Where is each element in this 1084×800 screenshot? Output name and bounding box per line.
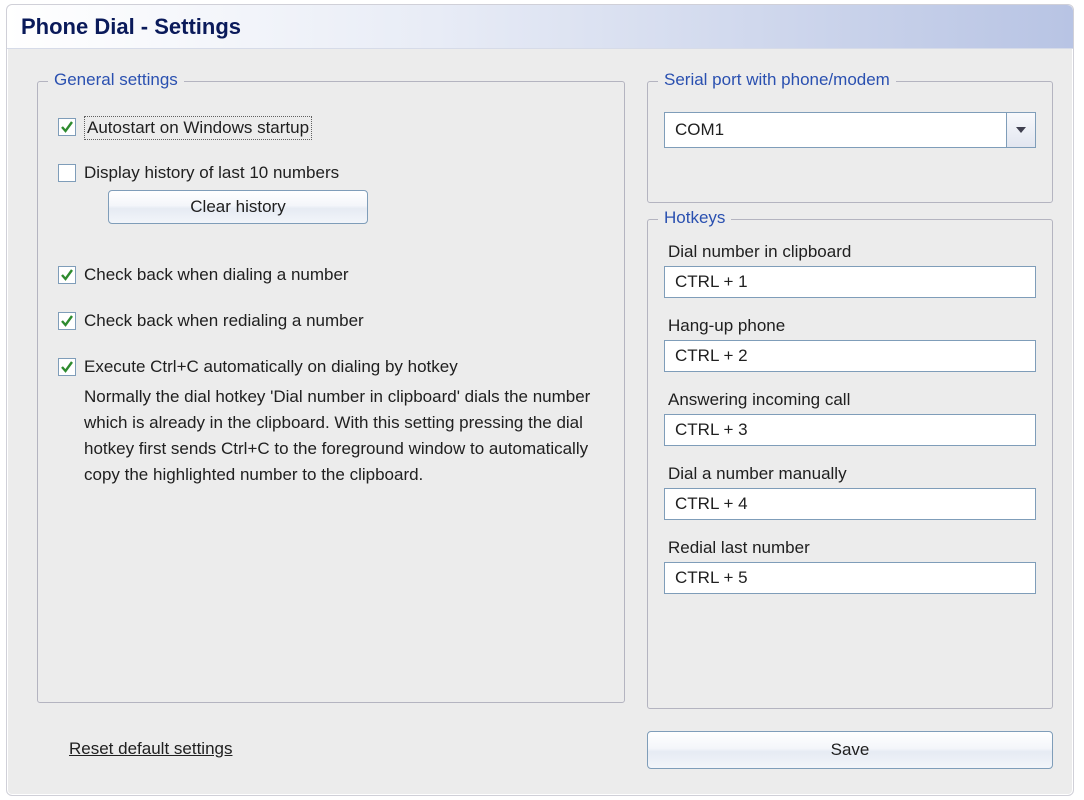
autostart-checkbox-row: Autostart on Windows startup xyxy=(58,116,604,140)
exec-ctrl-c-label: Execute Ctrl+C automatically on dialing … xyxy=(84,356,458,378)
hotkey-row-manual: Dial a number manually CTRL + 4 xyxy=(664,464,1036,520)
clear-history-button[interactable]: Clear history xyxy=(108,190,368,224)
hotkey-input-hangup[interactable]: CTRL + 2 xyxy=(664,340,1036,372)
reset-defaults-link[interactable]: Reset default settings xyxy=(69,739,232,759)
hotkey-input-dial-clipboard[interactable]: CTRL + 1 xyxy=(664,266,1036,298)
display-history-label: Display history of last 10 numbers xyxy=(84,162,339,184)
autostart-checkbox[interactable] xyxy=(58,118,76,136)
serial-port-group: Serial port with phone/modem COM1 xyxy=(647,81,1053,203)
hotkeys-legend: Hotkeys xyxy=(658,208,731,228)
check-back-redial-checkbox-row: Check back when redialing a number xyxy=(58,310,604,332)
exec-ctrl-c-description: Normally the dial hotkey 'Dial number in… xyxy=(58,384,604,488)
hotkey-label: Dial a number manually xyxy=(664,464,1036,484)
save-button[interactable]: Save xyxy=(647,731,1053,769)
display-history-checkbox-row: Display history of last 10 numbers xyxy=(58,162,604,184)
chevron-down-icon xyxy=(1015,121,1027,139)
client-area: General settings Autostart on Windows st… xyxy=(7,49,1073,795)
hotkey-label: Dial number in clipboard xyxy=(664,242,1036,262)
check-back-dial-checkbox-row: Check back when dialing a number xyxy=(58,264,604,286)
hotkey-row-dial-clipboard: Dial number in clipboard CTRL + 1 xyxy=(664,242,1036,298)
serial-port-dropdown[interactable]: COM1 xyxy=(664,112,1036,148)
hotkey-label: Answering incoming call xyxy=(664,390,1036,410)
window-title: Phone Dial - Settings xyxy=(21,14,241,40)
general-settings-group: General settings Autostart on Windows st… xyxy=(37,81,625,703)
hotkeys-group: Hotkeys Dial number in clipboard CTRL + … xyxy=(647,219,1053,709)
check-back-dial-label: Check back when dialing a number xyxy=(84,264,349,286)
hotkey-label: Hang-up phone xyxy=(664,316,1036,336)
serial-port-value: COM1 xyxy=(665,120,1006,140)
check-back-redial-label: Check back when redialing a number xyxy=(84,310,364,332)
autostart-label: Autostart on Windows startup xyxy=(84,116,312,140)
hotkey-row-hangup: Hang-up phone CTRL + 2 xyxy=(664,316,1036,372)
titlebar: Phone Dial - Settings xyxy=(7,5,1073,49)
hotkey-row-answer: Answering incoming call CTRL + 3 xyxy=(664,390,1036,446)
check-back-redial-checkbox[interactable] xyxy=(58,312,76,330)
serial-port-dropdown-button[interactable] xyxy=(1006,113,1035,147)
serial-port-legend: Serial port with phone/modem xyxy=(658,70,896,90)
hotkey-input-manual[interactable]: CTRL + 4 xyxy=(664,488,1036,520)
hotkey-row-redial: Redial last number CTRL + 5 xyxy=(664,538,1036,594)
check-back-dial-checkbox[interactable] xyxy=(58,266,76,284)
hotkey-input-redial[interactable]: CTRL + 5 xyxy=(664,562,1036,594)
hotkey-label: Redial last number xyxy=(664,538,1036,558)
settings-window: Phone Dial - Settings General settings A… xyxy=(6,4,1074,796)
exec-ctrl-c-checkbox[interactable] xyxy=(58,358,76,376)
hotkey-input-answer[interactable]: CTRL + 3 xyxy=(664,414,1036,446)
exec-ctrl-c-checkbox-row: Execute Ctrl+C automatically on dialing … xyxy=(58,356,604,378)
display-history-checkbox[interactable] xyxy=(58,164,76,182)
